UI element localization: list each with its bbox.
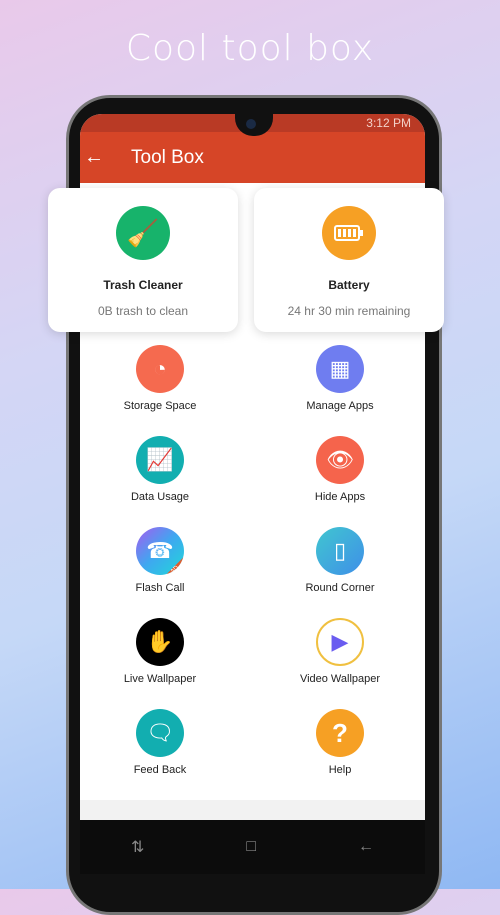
tool-label: Flash Call [135, 582, 185, 594]
message-icon: 🗨 [136, 709, 184, 757]
arrow-left-icon[interactable]: ← [80, 146, 128, 169]
tool-video-wallpaper[interactable]: ▶ Video Wallpaper [270, 618, 410, 685]
tool-label: Live Wallpaper [123, 673, 197, 685]
tool-hide-apps[interactable]: 👁 Hide Apps [270, 436, 410, 503]
question-icon: ? [316, 709, 364, 757]
card-title: Battery [328, 278, 370, 292]
card-title: Trash Cleaner [103, 278, 183, 292]
app-bar: ← Tool Box [80, 132, 425, 183]
battery-icon [322, 206, 376, 260]
trash-cleaner-card[interactable]: 🧹 Trash Cleaner 0B trash to clean [48, 188, 238, 332]
back-nav-icon[interactable]: ← [358, 838, 374, 856]
pie-chart-icon: ◔ [136, 345, 184, 393]
card-subtitle: 0B trash to clean [97, 304, 189, 318]
headline: Cool tool box [125, 28, 375, 69]
tool-label: Hide Apps [314, 491, 366, 503]
camera-icon [246, 119, 256, 129]
page-title: Tool Box [131, 146, 204, 168]
tool-round-corner[interactable]: ▯ Round Corner [270, 527, 410, 594]
tool-label: Storage Space [123, 400, 197, 412]
tool-help[interactable]: ? Help [270, 709, 410, 776]
play-icon: ▶ [316, 618, 364, 666]
tool-manage-apps[interactable]: ▦ Manage Apps [270, 345, 410, 412]
eye-off-icon: 👁 [316, 436, 364, 484]
tool-storage-space[interactable]: ◔ Storage Space [90, 345, 230, 412]
tool-flash-call[interactable]: ☎ AD Flash Call [90, 527, 230, 594]
tool-label: Manage Apps [306, 400, 374, 412]
broom-icon: 🧹 [116, 206, 170, 260]
navigation-bar: ⇅ □ ← [80, 820, 425, 874]
tool-label: Video Wallpaper [299, 673, 381, 685]
tool-label: Feed Back [133, 764, 187, 776]
status-time: 3:12 PM [366, 116, 411, 130]
tool-feed-back[interactable]: 🗨 Feed Back [90, 709, 230, 776]
recent-apps-icon[interactable]: ⇅ [131, 837, 144, 857]
tool-label: Help [328, 764, 352, 776]
hand-phone-icon: ✋ [136, 618, 184, 666]
phone-frame-icon: ▯ [316, 527, 364, 575]
battery-card[interactable]: Battery 24 hr 30 min remaining [254, 188, 444, 332]
tool-label: Data Usage [130, 491, 190, 503]
card-subtitle: 24 hr 30 min remaining [287, 304, 411, 318]
bottom-band [80, 800, 425, 820]
bar-chart-icon: 📈 [136, 436, 184, 484]
ad-badge: AD [162, 557, 184, 575]
tool-label: Round Corner [305, 582, 375, 594]
home-icon[interactable]: □ [246, 838, 256, 856]
apps-grid-icon: ▦ [316, 345, 364, 393]
phone-icon: ☎ AD [136, 527, 184, 575]
tool-live-wallpaper[interactable]: ✋ Live Wallpaper [90, 618, 230, 685]
tool-data-usage[interactable]: 📈 Data Usage [90, 436, 230, 503]
